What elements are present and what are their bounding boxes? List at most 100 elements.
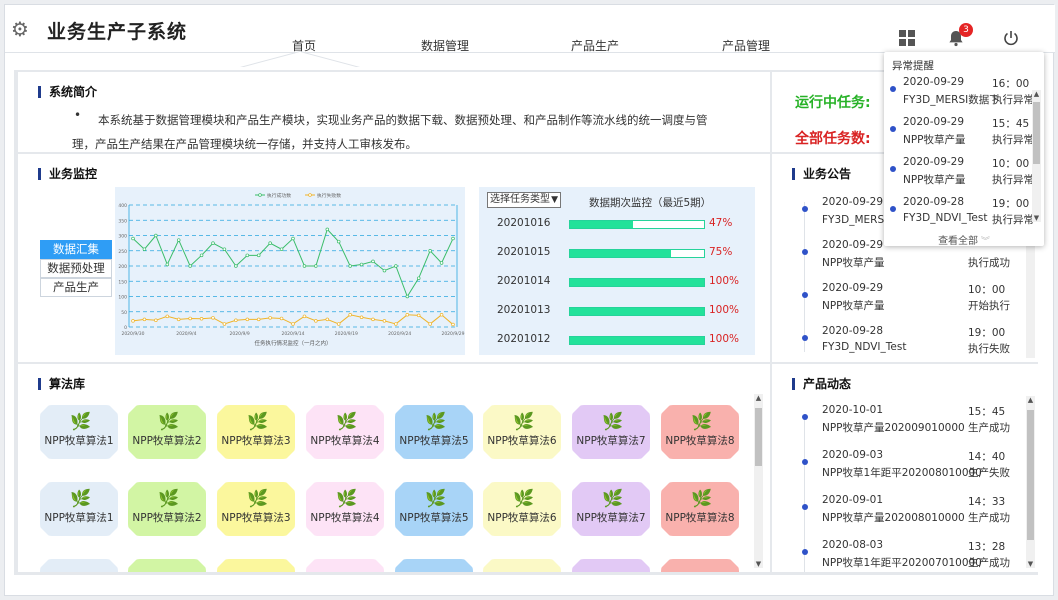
algorithm-card[interactable] [395,559,473,572]
algorithm-card[interactable]: 🌿 NPP牧草算法5 [395,405,473,459]
product-scroll-thumb[interactable] [1027,410,1034,540]
algorithm-card[interactable] [128,559,206,572]
nav-product-management[interactable]: 产品管理 [722,37,770,54]
y-tick-label: 150 [118,279,127,285]
scroll-down-icon[interactable]: ▼ [1026,560,1035,568]
timeline-status: 执行异常 [992,214,1034,226]
progress-value: 47% [709,217,733,229]
algorithm-title: 算法库 [38,378,85,390]
legend-label: 执行失败数 [317,192,341,199]
progress-bar [569,307,705,316]
algorithm-card[interactable] [483,559,561,572]
algorithm-card[interactable]: 🌿 NPP牧草算法1 [40,482,118,536]
tab-data-collection[interactable]: 数据汇集 [40,240,112,259]
progress-bar [569,249,705,258]
algorithm-card[interactable]: 🌿 NPP牧草算法4 [306,405,384,459]
data-point [451,322,455,327]
data-point [211,241,215,245]
timeline-name: NPP牧草1年距平202007010000 [822,557,982,569]
algorithm-scroll-thumb[interactable] [755,408,762,466]
algorithm-card[interactable] [217,559,295,572]
data-point [314,319,318,323]
nav-data-management[interactable]: 数据管理 [421,37,469,54]
data-point [302,264,307,268]
leaf-icon: 🌿 [602,489,624,509]
algorithm-card[interactable]: 🌿 NPP牧草算法4 [306,482,384,536]
algorithm-card[interactable] [40,559,118,572]
data-point [359,315,364,319]
task-type-select[interactable]: 选择任务类型 ▼ [487,192,561,208]
data-point [416,276,421,280]
intro-panel: 系统简介 • 本系统基于数据管理模块和产品生产模块，实现业务产品的数据下载、数据… [18,72,770,152]
alerts-scroll-thumb[interactable] [1033,102,1040,164]
scroll-down-icon[interactable]: ▼ [754,560,763,568]
timeline-date: 2020-09-29 [822,196,884,208]
algorithm-label: NPP牧草算法1 [44,435,114,447]
timeline-dot [802,414,808,420]
algorithm-card[interactable]: 🌿 NPP牧草算法6 [483,482,561,536]
algorithm-card[interactable]: 🌿 NPP牧草算法3 [217,482,295,536]
leaf-icon: 🌿 [336,412,358,432]
algorithm-panel: 算法库 🌿 NPP牧草算法1 🌿 NPP牧草算法2 🌿 NPP牧草算法3 🌿 NPP牧草算法4… [18,364,770,572]
scroll-down-icon[interactable]: ▼ [1032,214,1041,222]
timeline-time: 19：00 [992,198,1030,210]
legend-marker [308,193,312,197]
notice-timeline-line [804,202,805,352]
progress-period-label: 20201015 [497,246,551,258]
algorithm-card[interactable]: 🌿 NPP牧草算法7 [572,482,650,536]
data-point [428,248,432,253]
algorithm-card[interactable]: 🌿 NPP牧草算法1 [40,405,118,459]
scroll-up-icon[interactable]: ▲ [1026,396,1035,404]
timeline-date: 2020-10-01 [822,404,884,416]
timeline-date: 2020-09-29 [903,116,965,128]
y-tick-label: 0 [124,325,127,331]
scroll-up-icon[interactable]: ▲ [1032,90,1041,98]
tab-product-production[interactable]: 产品生产 [40,278,112,297]
alerts-title: 异常提醒 [892,60,934,72]
gear-icon[interactable]: ⚙ [11,19,31,39]
progress-fill [570,279,704,286]
algorithm-card[interactable]: 🌿 NPP牧草算法6 [483,405,561,459]
nav-product-production[interactable]: 产品生产 [571,37,619,54]
algorithm-card[interactable]: 🌿 NPP牧草算法2 [128,405,206,459]
legend-label: 执行成功数 [267,192,291,199]
algorithm-scrollbar[interactable]: ▲ ▼ [754,394,763,568]
leaf-icon: 🌿 [247,489,269,509]
algorithm-card[interactable]: 🌿 NPP牧草算法2 [128,482,206,536]
scroll-up-icon[interactable]: ▲ [754,394,763,402]
chevron-down-icon: ▼ [551,195,558,205]
algorithm-card[interactable] [306,559,384,572]
algorithm-card[interactable]: 🌿 NPP牧草算法8 [661,482,739,536]
algorithm-label: NPP牧草算法7 [576,512,646,524]
tab-data-preprocess[interactable]: 数据预处理 [40,259,112,278]
timeline-name: NPP牧草产量 [822,257,885,269]
notification-badge: 3 [959,23,973,37]
algorithm-card[interactable]: 🌿 NPP牧草算法3 [217,405,295,459]
data-point [268,316,272,320]
leaf-icon: 🌿 [691,412,713,432]
x-tick-label: 2020/9/19 [335,331,358,337]
algorithm-card[interactable] [572,559,650,572]
intro-text: 本系统基于数据管理模块和产品生产模块，实现业务产品的数据下载、数据预处理、和产品… [72,113,708,151]
algorithm-card[interactable]: 🌿 NPP牧草算法7 [572,405,650,459]
timeline-dot [802,504,808,510]
alerts-scrollbar[interactable]: ▲ ▼ [1032,90,1041,222]
algorithm-label: NPP牧草算法5 [399,435,469,447]
timeline-dot [802,206,808,212]
progress-bar [569,278,705,287]
algorithm-card[interactable] [661,559,739,572]
algorithm-label: NPP牧草算法7 [576,435,646,447]
product-title: 产品动态 [792,378,851,390]
grid-apps-icon[interactable] [897,29,917,49]
timeline-date: 2020-09-03 [822,449,884,461]
progress-row: 20201015 75% [479,244,755,264]
timeline-time: 14：33 [968,496,1006,508]
product-scrollbar[interactable]: ▲ ▼ [1026,396,1035,568]
algorithm-card[interactable]: 🌿 NPP牧草算法8 [661,405,739,459]
view-all-link[interactable]: 查看全部 ︾ [884,232,1044,246]
power-icon[interactable] [1001,29,1021,49]
algorithm-card[interactable]: 🌿 NPP牧草算法5 [395,482,473,536]
timeline-name: FY3D_NDVI_Test [822,341,907,353]
data-point [325,227,330,232]
leaf-icon: 🌿 [513,489,535,509]
